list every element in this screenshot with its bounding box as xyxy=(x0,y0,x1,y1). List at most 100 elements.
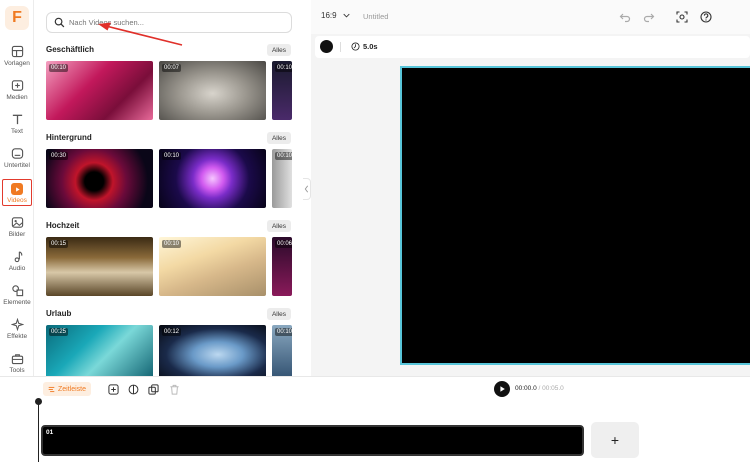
preview-button[interactable] xyxy=(675,10,689,24)
see-all-button[interactable]: Alles xyxy=(267,132,291,144)
chevron-left-icon xyxy=(304,185,309,193)
collapse-panel-button[interactable] xyxy=(303,178,311,200)
playhead-handle[interactable] xyxy=(35,398,42,405)
duplicate-icon xyxy=(147,383,159,395)
video-thumbnail[interactable]: 00:10 xyxy=(46,61,153,120)
section-title-geschaeftlich: Geschäftlich xyxy=(46,45,95,54)
sidebar-item-text[interactable]: Text xyxy=(2,110,32,140)
sidebar-item-label: Medien xyxy=(6,94,28,101)
music-note-icon xyxy=(14,251,22,263)
background-color-swatch[interactable] xyxy=(320,40,333,53)
editor-window: F Vorlagen Medien Text Untertitel Videos… xyxy=(0,0,750,462)
help-icon xyxy=(700,11,712,23)
tab-zeitleiste[interactable]: Zeitleiste xyxy=(43,382,92,396)
duration-badge: 00:10 xyxy=(49,64,69,72)
sidebar-item-label: Elemente xyxy=(3,299,31,306)
see-all-button[interactable]: Alles xyxy=(267,44,291,56)
add-clip-button[interactable]: + xyxy=(591,422,639,458)
play-button[interactable] xyxy=(494,381,510,397)
video-library-panel: Geschäftlich Alles 00:10 00:07 00:10 Hin… xyxy=(35,0,303,376)
sidebar-item-medien[interactable]: Medien xyxy=(2,76,32,106)
video-thumbnail[interactable]: 00:30 xyxy=(46,149,153,208)
play-icon xyxy=(500,386,505,392)
duration-badge: 00:25 xyxy=(49,328,69,336)
redo-icon xyxy=(643,13,655,23)
divider xyxy=(340,42,341,52)
total-time: 00:05.0 xyxy=(542,385,564,392)
section-title-urlaub: Urlaub xyxy=(46,309,72,318)
time-display: 00:00.0 / 00:05.0 xyxy=(515,385,564,392)
properties-bar: 5.0s xyxy=(315,36,750,58)
templates-icon xyxy=(11,45,23,58)
sidebar-item-effekte[interactable]: Effekte xyxy=(2,315,32,345)
duration-badge: 00:12 xyxy=(162,328,182,336)
section-title-hintergrund: Hintergrund xyxy=(46,133,92,142)
aspect-ratio-dropdown[interactable]: 16:9 xyxy=(321,11,350,20)
duration-badge: 00:30 xyxy=(49,152,69,160)
screen-capture-icon xyxy=(676,11,688,23)
undo-button[interactable] xyxy=(618,10,632,24)
see-all-button[interactable]: Alles xyxy=(267,308,291,320)
video-thumbnail[interactable]: 00:10 xyxy=(272,149,292,208)
duration-badge: 00:10 xyxy=(275,328,292,336)
split-icon xyxy=(128,384,138,394)
video-thumbnail[interactable]: 00:07 xyxy=(159,61,266,120)
sparkle-icon xyxy=(10,318,24,331)
search-box xyxy=(46,12,292,33)
clock-icon xyxy=(351,42,360,51)
aspect-ratio-value: 16:9 xyxy=(321,11,337,20)
duration-control[interactable]: 5.0s xyxy=(351,42,378,51)
duration-badge: 00:10 xyxy=(275,152,292,160)
sidebar-item-bilder[interactable]: Bilder xyxy=(2,213,32,243)
video-thumbnail[interactable]: 00:06 xyxy=(272,237,292,296)
sidebar-item-tools[interactable]: Tools xyxy=(2,349,32,379)
clip-number: 01 xyxy=(46,429,54,436)
sidebar-item-label: Tools xyxy=(9,367,25,374)
sidebar-item-vorlagen[interactable]: Vorlagen xyxy=(2,42,32,72)
app-logo[interactable]: F xyxy=(5,6,29,30)
duration-badge: 00:10 xyxy=(162,240,182,248)
shapes-icon xyxy=(11,285,23,297)
video-stage[interactable] xyxy=(400,66,750,365)
media-upload-icon xyxy=(11,80,23,91)
sidebar-item-videos[interactable]: Videos xyxy=(2,179,32,206)
help-button[interactable] xyxy=(699,10,713,24)
duplicate-button[interactable] xyxy=(147,383,159,395)
sidebar-item-untertitel[interactable]: Untertitel xyxy=(2,144,32,174)
sidebar-item-label: Text xyxy=(11,128,23,135)
subtitles-icon xyxy=(11,148,23,159)
text-icon xyxy=(12,114,22,125)
video-thumbnail[interactable]: 00:15 xyxy=(46,237,153,296)
trash-icon xyxy=(169,384,179,395)
canvas-area: 5.0s xyxy=(311,34,750,376)
project-title[interactable]: Untitled xyxy=(363,12,388,21)
toolbox-icon xyxy=(11,354,23,365)
duration-badge: 00:15 xyxy=(49,240,69,248)
search-input[interactable] xyxy=(69,15,284,30)
image-icon xyxy=(11,217,23,228)
playhead[interactable] xyxy=(38,401,39,462)
top-bar: 16:9 Untitled xyxy=(311,0,750,34)
video-thumbnail[interactable]: 00:10 xyxy=(272,325,292,376)
redo-button[interactable] xyxy=(642,10,656,24)
current-time: 00:00.0 xyxy=(515,385,537,392)
video-thumbnail[interactable]: 00:10 xyxy=(159,149,266,208)
timeline-clip[interactable]: 01 xyxy=(41,425,584,456)
split-button[interactable] xyxy=(127,383,139,395)
undo-icon xyxy=(619,13,631,23)
sidebar: F Vorlagen Medien Text Untertitel Videos… xyxy=(0,0,34,376)
search-icon xyxy=(54,17,65,28)
video-thumbnail[interactable]: 00:10 xyxy=(272,61,292,120)
video-thumbnail[interactable]: 00:25 xyxy=(46,325,153,376)
sidebar-item-label: Untertitel xyxy=(3,162,30,169)
see-all-button[interactable]: Alles xyxy=(267,220,291,232)
add-scene-button[interactable] xyxy=(107,383,119,395)
sidebar-item-audio[interactable]: Audio xyxy=(2,247,32,277)
delete-button[interactable] xyxy=(168,383,180,395)
sidebar-item-elemente[interactable]: Elemente xyxy=(2,281,32,311)
video-thumbnail[interactable]: 00:12 xyxy=(159,325,266,376)
timeline-icon xyxy=(48,386,55,392)
sidebar-item-label: Videos xyxy=(7,197,27,204)
video-thumbnail[interactable]: 00:10 xyxy=(159,237,266,296)
duration-badge: 00:06 xyxy=(275,240,292,248)
